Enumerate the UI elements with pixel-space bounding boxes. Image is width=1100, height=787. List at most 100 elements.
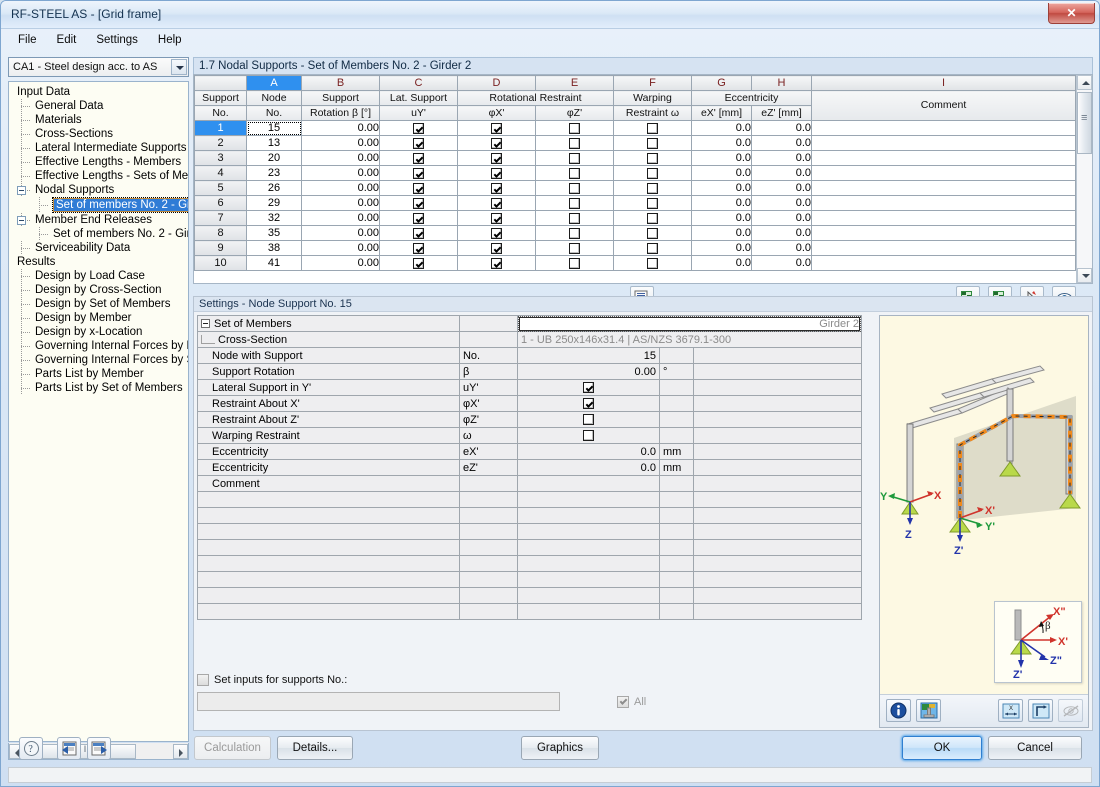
eccentricity-x-cell[interactable]: 0.0: [691, 195, 752, 211]
checkbox-unchecked-icon[interactable]: [647, 182, 658, 194]
table-row[interactable]: 10 41 0.00 0.0 0.0: [194, 255, 1076, 271]
chevron-down-icon[interactable]: [171, 59, 187, 75]
eccentricity-z-cell[interactable]: 0.0: [751, 210, 812, 226]
checkbox-checked-icon[interactable]: [413, 212, 424, 224]
warping-checkbox-cell[interactable]: [613, 120, 692, 136]
restraint-x-checkbox-cell[interactable]: [457, 240, 536, 256]
checkbox-unchecked-icon[interactable]: [647, 122, 658, 134]
tree-item-set-of-members-no-2-girder-2[interactable]: Set of members No. 2 - Girder 2: [13, 197, 188, 213]
node-number-cell[interactable]: 15: [246, 120, 302, 136]
checkbox-unchecked-icon[interactable]: [647, 137, 658, 149]
menu-edit[interactable]: Edit: [48, 31, 86, 49]
warping-checkbox-cell[interactable]: [613, 150, 692, 166]
render-view-button[interactable]: [916, 699, 941, 722]
restraint-x-checkbox-cell[interactable]: [457, 225, 536, 241]
lateral-support-checkbox-cell[interactable]: [379, 180, 458, 196]
warping-checkbox-cell[interactable]: [613, 195, 692, 211]
restraint-z-checkbox-cell[interactable]: [535, 120, 614, 136]
lateral-support-checkbox-cell[interactable]: [379, 150, 458, 166]
restraint-x-checkbox-cell[interactable]: [457, 165, 536, 181]
checkbox-unchecked-icon[interactable]: [569, 167, 580, 179]
restraint-z-checkbox-cell[interactable]: [535, 165, 614, 181]
checkbox-checked-icon[interactable]: [491, 137, 502, 149]
hide-graphics-button[interactable]: [1058, 699, 1083, 722]
tree-item-cross-sections[interactable]: Cross-Sections: [13, 127, 188, 141]
property-row[interactable]: Node with Support No. 15: [197, 347, 862, 364]
property-row[interactable]: Restraint About X' φX': [197, 395, 862, 412]
lateral-support-checkbox-cell[interactable]: [379, 225, 458, 241]
restraint-z-checkbox-cell[interactable]: [535, 195, 614, 211]
eccentricity-x-cell[interactable]: 0.0: [691, 225, 752, 241]
node-number-cell[interactable]: 41: [246, 255, 302, 271]
eccentricity-x-cell[interactable]: 0.0: [691, 210, 752, 226]
lateral-support-checkbox-cell[interactable]: [379, 135, 458, 151]
support-rotation-cell[interactable]: 0.00: [301, 195, 380, 211]
property-value[interactable]: 1 - UB 250x146x31.4 | AS/NZS 3679.1-300: [516, 331, 862, 348]
checkbox-unchecked-icon[interactable]: [647, 167, 658, 179]
property-value[interactable]: [516, 395, 660, 412]
all-checkbox[interactable]: [617, 695, 629, 708]
comment-cell[interactable]: [811, 195, 1076, 211]
lateral-support-checkbox-cell[interactable]: [379, 210, 458, 226]
property-value[interactable]: [516, 379, 660, 396]
restraint-z-checkbox-cell[interactable]: [535, 240, 614, 256]
checkbox-unchecked-icon[interactable]: [569, 242, 580, 254]
tree-item-design-by-cross-section[interactable]: Design by Cross-Section: [13, 283, 188, 297]
property-row[interactable]: Restraint About Z' φZ': [197, 411, 862, 428]
checkbox-unchecked-icon[interactable]: [647, 152, 658, 164]
restraint-z-checkbox-cell[interactable]: [535, 150, 614, 166]
row-number-cell[interactable]: 10: [194, 255, 247, 271]
eccentricity-z-cell[interactable]: 0.0: [751, 255, 812, 271]
restraint-x-checkbox-cell[interactable]: [457, 150, 536, 166]
restraint-x-checkbox-cell[interactable]: [457, 180, 536, 196]
lateral-support-checkbox-cell[interactable]: [379, 255, 458, 271]
calculation-button[interactable]: Calculation: [194, 736, 271, 760]
property-value[interactable]: 0.0: [516, 459, 660, 476]
close-window-button[interactable]: ✕: [1048, 3, 1095, 24]
comment-cell[interactable]: [811, 180, 1076, 196]
tree-item-design-by-member[interactable]: Design by Member: [13, 311, 188, 325]
support-rotation-cell[interactable]: 0.00: [301, 165, 380, 181]
eccentricity-z-cell[interactable]: 0.0: [751, 225, 812, 241]
comment-cell[interactable]: [811, 255, 1076, 271]
eccentricity-x-cell[interactable]: 0.0: [691, 150, 752, 166]
eccentricity-x-cell[interactable]: 0.0: [691, 135, 752, 151]
eccentricity-z-cell[interactable]: 0.0: [751, 150, 812, 166]
column-header-G[interactable]: G: [691, 75, 752, 91]
property-row[interactable]: Lateral Support in Y' uY': [197, 379, 862, 396]
property-value[interactable]: 0.0: [516, 443, 660, 460]
checkbox-unchecked-icon[interactable]: [647, 227, 658, 239]
eccentricity-z-cell[interactable]: 0.0: [751, 240, 812, 256]
support-rotation-cell[interactable]: 0.00: [301, 135, 380, 151]
support-rotation-cell[interactable]: 0.00: [301, 180, 380, 196]
ok-button[interactable]: OK: [902, 736, 982, 760]
row-number-cell[interactable]: 9: [194, 240, 247, 256]
tree-item-design-by-x-location[interactable]: Design by x-Location: [13, 325, 188, 339]
property-value[interactable]: 15: [516, 347, 660, 364]
dimension-button[interactable]: X: [998, 699, 1023, 722]
set-inputs-checkbox[interactable]: [197, 674, 209, 687]
cancel-button[interactable]: Cancel: [988, 736, 1082, 760]
row-number-cell[interactable]: 6: [194, 195, 247, 211]
tree-item-design-by-load-case[interactable]: Design by Load Case: [13, 269, 188, 283]
lateral-support-checkbox-cell[interactable]: [379, 240, 458, 256]
restraint-x-checkbox-cell[interactable]: [457, 195, 536, 211]
collapse-node-icon[interactable]: [201, 319, 210, 329]
column-header-F[interactable]: F: [613, 75, 692, 91]
checkbox-unchecked-icon[interactable]: [582, 430, 594, 442]
checkbox-checked-icon[interactable]: [413, 227, 424, 239]
tree-item-parts-list-by-member[interactable]: Parts List by Member: [13, 367, 188, 381]
warping-checkbox-cell[interactable]: [613, 225, 692, 241]
column-header-C[interactable]: C: [379, 75, 458, 91]
eccentricity-x-cell[interactable]: 0.0: [691, 255, 752, 271]
set-of-members-field[interactable]: Girder 2: [517, 315, 862, 332]
checkbox-checked-icon[interactable]: [413, 257, 424, 269]
comment-cell[interactable]: [811, 120, 1076, 136]
tree-root-input-data[interactable]: Input Data: [13, 85, 188, 99]
restraint-x-checkbox-cell[interactable]: [457, 135, 536, 151]
tree-item-effective-lengths-sets-of-members[interactable]: Effective Lengths - Sets of Members: [13, 169, 188, 183]
comment-cell[interactable]: [811, 165, 1076, 181]
details-button[interactable]: Details...: [277, 736, 353, 760]
checkbox-checked-icon[interactable]: [491, 122, 502, 134]
checkbox-unchecked-icon[interactable]: [569, 137, 580, 149]
